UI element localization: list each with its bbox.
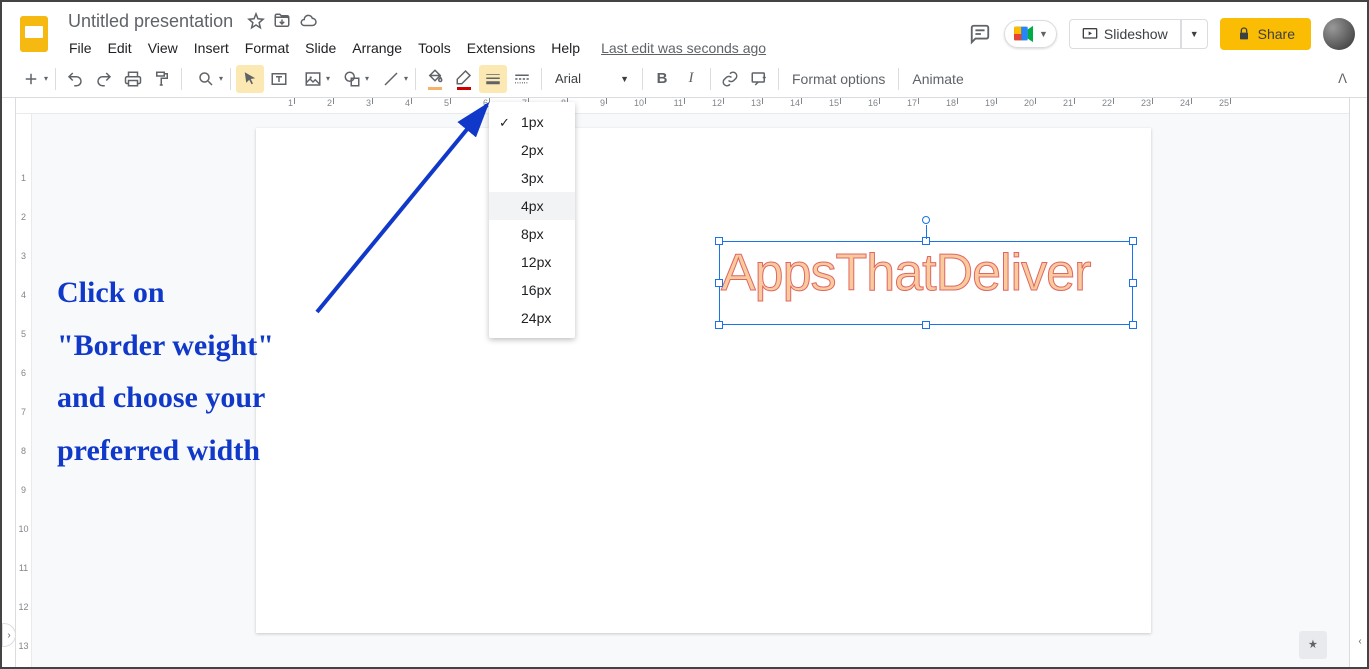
- format-options-button[interactable]: Format options: [784, 67, 893, 91]
- doc-title[interactable]: Untitled presentation: [62, 9, 239, 34]
- menu-view[interactable]: View: [141, 36, 185, 60]
- side-panel-toggle[interactable]: ‹: [1353, 629, 1367, 653]
- border-weight-option[interactable]: 8px: [489, 220, 575, 248]
- share-button[interactable]: Share: [1220, 18, 1311, 50]
- shape-tool[interactable]: ▾: [333, 65, 371, 93]
- redo-button[interactable]: [90, 65, 118, 93]
- title-area: Untitled presentation File Edit View Ins…: [62, 9, 968, 60]
- bold-button[interactable]: B: [648, 65, 676, 93]
- border-weight-option[interactable]: 2px: [489, 136, 575, 164]
- slideshow-button[interactable]: Slideshow: [1069, 19, 1181, 49]
- comments-icon[interactable]: [968, 22, 992, 46]
- cloud-icon[interactable]: [299, 12, 317, 30]
- menu-bar: File Edit View Insert Format Slide Arran…: [62, 36, 968, 60]
- collapse-toolbar-icon[interactable]: ᐱ: [1328, 67, 1357, 91]
- resize-handle[interactable]: [1129, 321, 1137, 329]
- resize-handle[interactable]: [1129, 237, 1137, 245]
- ruler-vertical: 12345678910111213: [16, 114, 32, 667]
- slides-logo[interactable]: [14, 14, 54, 54]
- menu-edit[interactable]: Edit: [101, 36, 139, 60]
- textbox-tool[interactable]: [265, 65, 293, 93]
- last-edit-link[interactable]: Last edit was seconds ago: [601, 40, 766, 56]
- slide-canvas[interactable]: AppsThatDeliver: [256, 128, 1151, 633]
- account-avatar[interactable]: [1323, 18, 1355, 50]
- menu-help[interactable]: Help: [544, 36, 587, 60]
- font-selector[interactable]: Arial▼: [547, 71, 637, 86]
- rotate-handle[interactable]: [922, 216, 930, 224]
- side-rail: ‹: [1349, 98, 1367, 667]
- selection-outline: [719, 241, 1133, 325]
- menu-arrange[interactable]: Arrange: [345, 36, 409, 60]
- line-tool[interactable]: ▾: [372, 65, 410, 93]
- header-actions: ▼ Slideshow ▼ Share: [968, 18, 1355, 50]
- animate-button[interactable]: Animate: [904, 67, 971, 91]
- border-weight-option[interactable]: 16px: [489, 276, 575, 304]
- border-weight-option[interactable]: ✓1px: [489, 108, 575, 136]
- resize-handle[interactable]: [715, 237, 723, 245]
- menu-slide[interactable]: Slide: [298, 36, 343, 60]
- menu-format[interactable]: Format: [238, 36, 296, 60]
- border-weight-button[interactable]: [479, 65, 507, 93]
- resize-handle[interactable]: [1129, 279, 1137, 287]
- new-slide-button[interactable]: ▾: [12, 65, 50, 93]
- undo-button[interactable]: [61, 65, 89, 93]
- annotation-text: Click on "Border weight" and choose your…: [57, 267, 274, 477]
- app-header: Untitled presentation File Edit View Ins…: [2, 2, 1367, 60]
- slideshow-dropdown[interactable]: ▼: [1181, 19, 1208, 49]
- border-weight-option[interactable]: 24px: [489, 304, 575, 332]
- wordart-object[interactable]: AppsThatDeliver: [721, 243, 1131, 323]
- paint-format-button[interactable]: [148, 65, 176, 93]
- italic-button[interactable]: I: [677, 65, 705, 93]
- resize-handle[interactable]: [922, 321, 930, 329]
- menu-tools[interactable]: Tools: [411, 36, 458, 60]
- explore-button[interactable]: [1299, 631, 1327, 659]
- resize-handle[interactable]: [715, 321, 723, 329]
- link-button[interactable]: [716, 65, 744, 93]
- slide-panel: ›: [2, 98, 16, 667]
- star-icon[interactable]: [247, 12, 265, 30]
- chevron-down-icon: ▼: [1039, 29, 1048, 39]
- fill-color-button[interactable]: [421, 65, 449, 93]
- select-tool[interactable]: [236, 65, 264, 93]
- meet-button[interactable]: ▼: [1004, 20, 1057, 48]
- menu-file[interactable]: File: [62, 36, 99, 60]
- toolbar: ▾ ▾ ▾ ▾ ▾ Arial▼ B I Format options Anim…: [2, 60, 1367, 98]
- border-weight-dropdown: ✓1px2px3px4px8px12px16px24px: [489, 102, 575, 338]
- border-weight-option[interactable]: 4px: [489, 192, 575, 220]
- border-dash-button[interactable]: [508, 65, 536, 93]
- border-weight-option[interactable]: 3px: [489, 164, 575, 192]
- resize-handle[interactable]: [715, 279, 723, 287]
- print-button[interactable]: [119, 65, 147, 93]
- menu-extensions[interactable]: Extensions: [460, 36, 542, 60]
- border-weight-option[interactable]: 12px: [489, 248, 575, 276]
- image-tool[interactable]: ▾: [294, 65, 332, 93]
- check-icon: ✓: [499, 115, 510, 131]
- move-icon[interactable]: [273, 12, 291, 30]
- comment-button[interactable]: [745, 65, 773, 93]
- zoom-button[interactable]: ▾: [187, 65, 225, 93]
- menu-insert[interactable]: Insert: [187, 36, 236, 60]
- filmstrip-toggle[interactable]: ›: [2, 623, 16, 647]
- ruler-horizontal: 1234567891011121314151617181920212223242…: [16, 98, 1349, 114]
- border-color-button[interactable]: [450, 65, 478, 93]
